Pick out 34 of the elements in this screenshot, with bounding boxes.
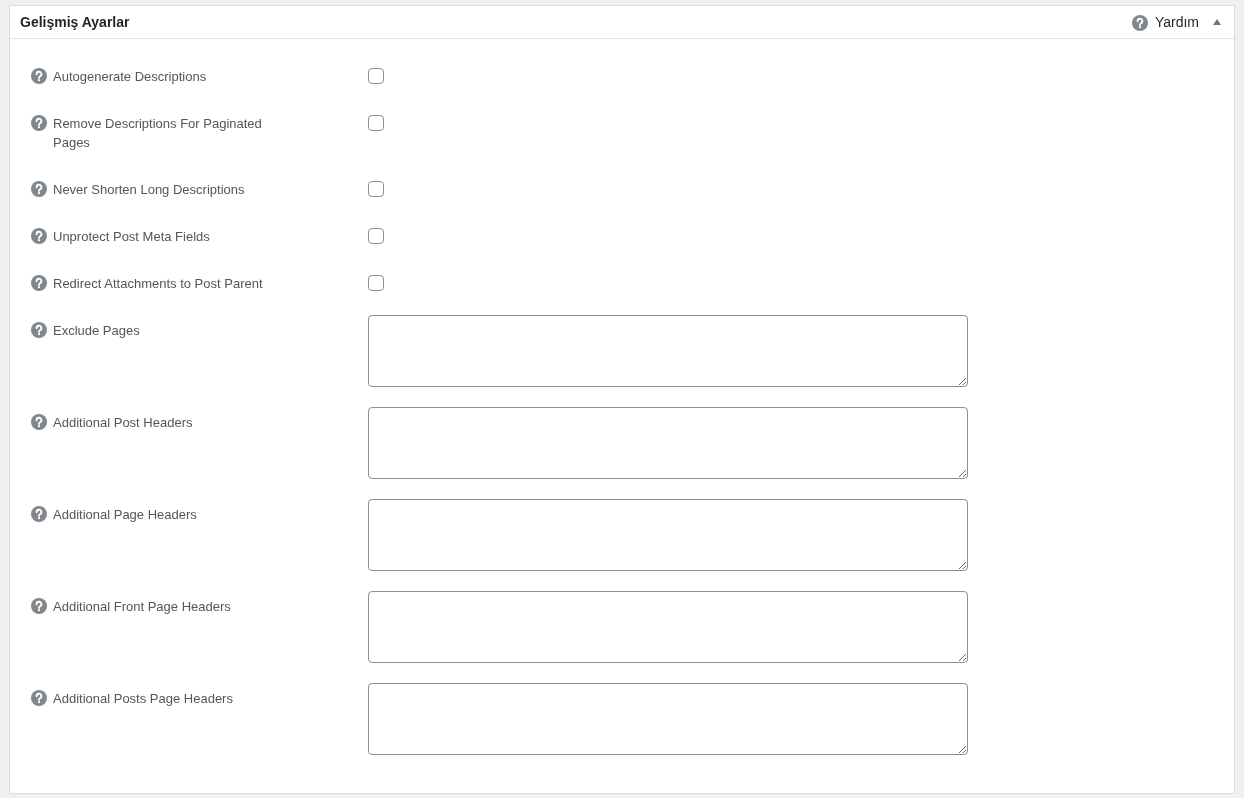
setting-label: Remove Descriptions For Paginated Pages (53, 115, 263, 152)
checkbox[interactable] (368, 115, 384, 131)
help-icon[interactable] (31, 322, 47, 338)
setting-label: Additional Page Headers (53, 506, 198, 524)
help-icon[interactable] (31, 115, 47, 131)
setting-label: Autogenerate Descriptions (53, 68, 208, 86)
collapse-icon[interactable] (1212, 18, 1222, 26)
setting-label: Redirect Attachments to Post Parent (53, 275, 264, 293)
help-icon[interactable] (31, 275, 47, 291)
text-area[interactable] (368, 407, 968, 479)
panel-title: Gelişmiş Ayarlar (20, 14, 130, 30)
setting-label: Unprotect Post Meta Fields (53, 228, 211, 246)
help-icon[interactable] (31, 598, 47, 614)
checkbox[interactable] (368, 181, 384, 197)
setting-label: Additional Posts Page Headers (53, 690, 234, 708)
setting-label: Additional Post Headers (53, 414, 194, 432)
text-area[interactable] (368, 683, 968, 755)
text-area[interactable] (368, 591, 968, 663)
help-button[interactable]: Yardım (1154, 14, 1199, 30)
setting-label: Never Shorten Long Descriptions (53, 181, 246, 199)
help-icon[interactable] (31, 228, 47, 244)
help-icon[interactable] (31, 414, 47, 430)
checkbox[interactable] (368, 228, 384, 244)
checkbox[interactable] (368, 68, 384, 84)
setting-label: Additional Front Page Headers (53, 598, 232, 616)
help-icon[interactable] (31, 68, 47, 84)
help-icon[interactable] (31, 181, 47, 197)
setting-label: Exclude Pages (53, 322, 141, 340)
help-icon[interactable] (31, 690, 47, 706)
text-area[interactable] (368, 499, 968, 571)
help-icon[interactable] (31, 506, 47, 522)
help-icon[interactable] (1131, 14, 1148, 31)
checkbox[interactable] (368, 275, 384, 291)
text-area[interactable] (368, 315, 968, 387)
